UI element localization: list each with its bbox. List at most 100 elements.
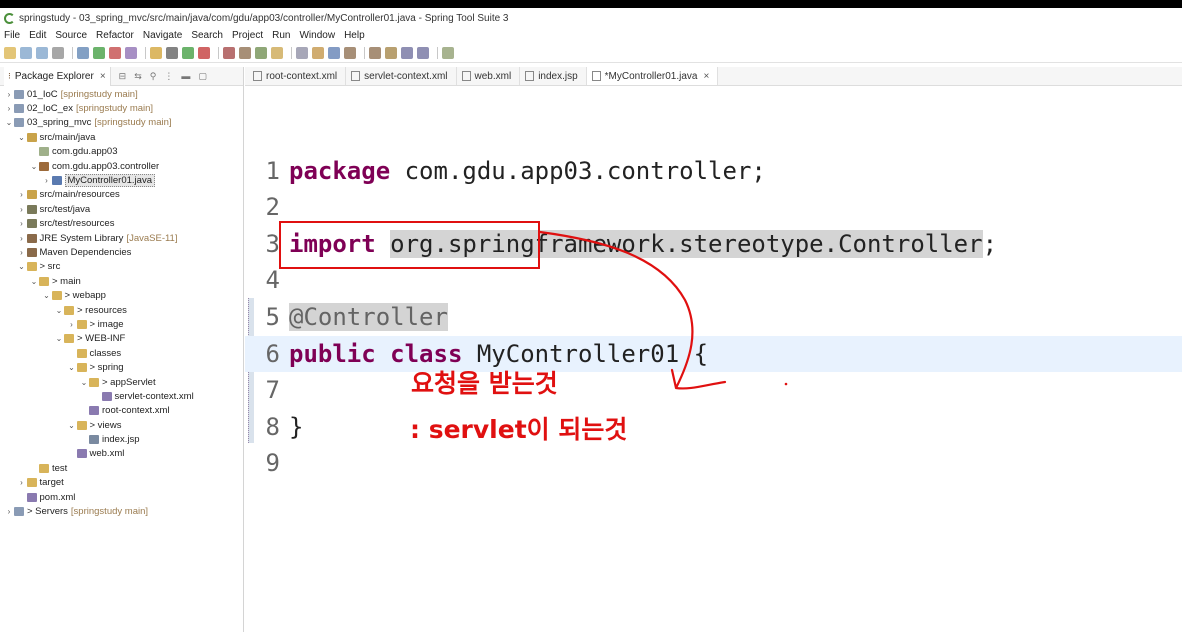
tree-item[interactable]: › MyController01.java [0, 173, 243, 188]
chevron-down-icon[interactable]: ⌄ [54, 306, 64, 315]
menu-item-project[interactable]: Project [232, 30, 263, 41]
new-class-icon[interactable] [239, 46, 251, 59]
new-package-icon[interactable] [255, 46, 267, 59]
chevron-right-icon[interactable]: › [17, 219, 27, 228]
chevron-right-icon[interactable]: › [4, 104, 14, 113]
debug-icon[interactable] [166, 46, 178, 59]
tree-item[interactable]: com.gdu.app03 [0, 145, 243, 159]
chevron-right-icon[interactable]: › [17, 234, 27, 243]
tree-item[interactable]: ⌄ src/main/java [0, 130, 243, 144]
editor-tab[interactable]: web.xml [457, 67, 521, 85]
terminate-icon[interactable] [198, 46, 210, 59]
maximize-icon[interactable]: ▢ [198, 71, 207, 82]
chevron-down-icon[interactable]: ⌄ [4, 118, 14, 127]
tree-item[interactable]: root-context.xml [0, 404, 243, 418]
menu-item-file[interactable]: File [4, 30, 20, 41]
tree-item[interactable]: index.jsp [0, 432, 243, 446]
chevron-down-icon[interactable]: ⌄ [67, 363, 77, 372]
tree-item[interactable]: pom.xml [0, 490, 243, 504]
back-icon[interactable] [385, 46, 397, 59]
chevron-right-icon[interactable]: › [17, 248, 27, 257]
chevron-down-icon[interactable]: ⌄ [54, 334, 64, 343]
tree-item[interactable]: classes [0, 346, 243, 360]
chevron-down-icon[interactable]: ⌄ [67, 421, 77, 430]
tree-item[interactable]: ⌄ > webapp [0, 288, 243, 302]
collapse-all-icon[interactable]: ⊟ [119, 71, 127, 82]
focus-icon[interactable]: ⚲ [150, 71, 157, 82]
tree-item[interactable]: › 02_IoC_ex [springstudy main] [0, 101, 243, 115]
link-editor-icon[interactable]: ⇆ [134, 71, 142, 82]
open-type-icon[interactable] [271, 46, 283, 59]
skip-breakpoints-icon[interactable] [93, 46, 105, 59]
chevron-down-icon[interactable]: ⌄ [42, 291, 52, 300]
chevron-right-icon[interactable]: › [4, 507, 14, 516]
menu-item-edit[interactable]: Edit [29, 30, 46, 41]
chevron-right-icon[interactable]: › [67, 320, 77, 329]
tree-item[interactable]: ⌄ > views [0, 418, 243, 432]
tree-item[interactable]: › src/main/resources [0, 188, 243, 202]
chevron-down-icon[interactable]: ⌄ [17, 133, 27, 142]
chevron-down-icon[interactable]: ⌄ [79, 378, 89, 387]
chevron-down-icon[interactable]: ⌄ [29, 162, 39, 171]
view-menu-icon[interactable]: ⋮ [164, 71, 173, 82]
menu-item-source[interactable]: Source [55, 30, 87, 41]
chevron-down-icon[interactable]: ⌄ [29, 277, 39, 286]
forward-icon[interactable] [401, 46, 413, 59]
history-icon[interactable] [417, 46, 429, 59]
editor-tab[interactable]: root-context.xml [248, 67, 347, 85]
close-icon[interactable]: × [100, 71, 106, 82]
tree-item[interactable]: ⌄ > main [0, 274, 243, 288]
chevron-right-icon[interactable]: › [17, 190, 27, 199]
editor-tab[interactable]: *MyController01.java × [586, 67, 719, 85]
perspective-icon[interactable] [442, 46, 454, 59]
tree-item[interactable]: ⌄ 03_spring_mvc [springstudy main] [0, 116, 243, 130]
menu-item-search[interactable]: Search [191, 30, 223, 41]
new-icon[interactable] [4, 46, 16, 59]
annotation-icon[interactable] [328, 46, 340, 59]
menu-item-run[interactable]: Run [272, 30, 290, 41]
search-icon[interactable] [296, 46, 308, 59]
print-icon[interactable] [52, 46, 64, 59]
prev-annotation-icon[interactable] [344, 46, 356, 59]
chevron-down-icon[interactable]: ⌄ [17, 262, 27, 271]
chevron-right-icon[interactable]: › [17, 478, 27, 487]
menu-item-refactor[interactable]: Refactor [96, 30, 134, 41]
save-icon[interactable] [20, 46, 32, 59]
tree-item[interactable]: › > Servers [springstudy main] [0, 504, 243, 518]
chevron-right-icon[interactable]: › [17, 205, 27, 214]
toggle-icon[interactable] [77, 46, 89, 59]
tree-item[interactable]: › 01_IoC [springstudy main] [0, 87, 243, 101]
save-all-icon[interactable] [36, 46, 48, 59]
run-icon[interactable] [182, 46, 194, 59]
editor-tab[interactable]: index.jsp [520, 67, 587, 85]
next-annotation-icon[interactable] [369, 46, 381, 59]
stop-icon[interactable] [109, 46, 121, 59]
tree-item[interactable]: › target [0, 476, 243, 490]
tree-item[interactable]: ⌄ com.gdu.app03.controller [0, 159, 243, 173]
menu-item-navigate[interactable]: Navigate [143, 30, 182, 41]
external-tools-icon[interactable] [150, 46, 162, 59]
chevron-right-icon[interactable]: › [4, 90, 14, 99]
tree-item[interactable]: web.xml [0, 447, 243, 461]
menu-item-window[interactable]: Window [299, 30, 335, 41]
tree-item[interactable]: ⌄ > WEB-INF [0, 332, 243, 346]
tree-item[interactable]: › Maven Dependencies [0, 245, 243, 259]
build-icon[interactable] [223, 46, 235, 59]
tree-item[interactable]: ⌄ > appServlet [0, 375, 243, 389]
tree-item[interactable]: › > image [0, 317, 243, 331]
tab-package-explorer[interactable]: ⁝ Package Explorer × [4, 66, 111, 86]
tree-item[interactable]: test [0, 461, 243, 475]
chevron-right-icon[interactable]: › [42, 176, 52, 185]
tree-item[interactable]: › src/test/resources [0, 217, 243, 231]
tree-item[interactable]: › src/test/java [0, 202, 243, 216]
tree-item[interactable]: › JRE System Library [JavaSE-11] [0, 231, 243, 245]
tree-item[interactable]: ⌄ > src [0, 260, 243, 274]
menu-item-help[interactable]: Help [344, 30, 365, 41]
close-icon[interactable]: × [703, 71, 709, 82]
open-task-icon[interactable] [312, 46, 324, 59]
tree-item[interactable]: ⌄ > resources [0, 303, 243, 317]
code-editor[interactable]: 1 package com.gdu.app03.controller; 2 3 … [245, 87, 1182, 632]
server-icon[interactable] [125, 46, 137, 59]
minimize-icon[interactable]: ▬ [181, 71, 190, 81]
tree-item[interactable]: ⌄ > spring [0, 360, 243, 374]
